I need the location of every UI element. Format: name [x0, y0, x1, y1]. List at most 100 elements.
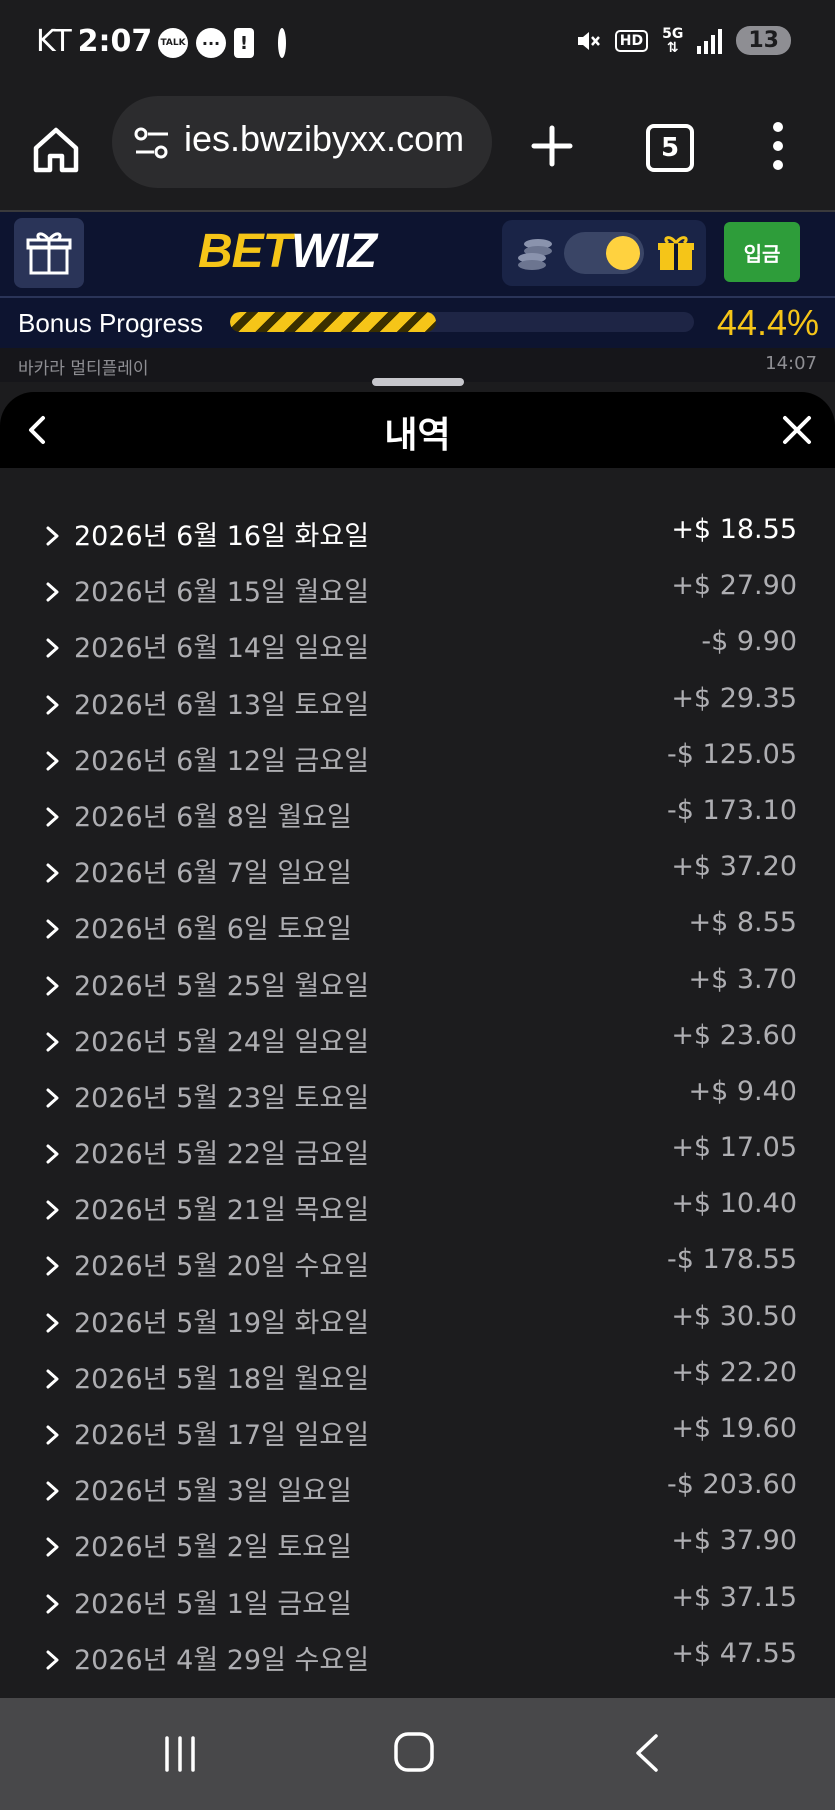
sheet-drag-handle[interactable] — [372, 378, 464, 386]
history-row[interactable]: 2026년 6월 6일 토요일 +$ 8.55 — [0, 905, 835, 961]
history-row[interactable]: 2026년 5월 23일 토요일 +$ 9.40 — [0, 1074, 835, 1130]
chevron-right-icon — [46, 1088, 59, 1108]
history-row[interactable]: 2026년 5월 3일 일요일 -$ 203.60 — [0, 1467, 835, 1523]
tab-switcher-button[interactable]: 5 — [646, 124, 694, 172]
history-amount: +$ 29.35 — [671, 682, 797, 714]
history-row[interactable]: 2026년 5월 21일 목요일 +$ 10.40 — [0, 1186, 835, 1242]
history-row[interactable]: 2026년 6월 15일 월요일 +$ 27.90 — [0, 568, 835, 624]
site-header: BETWIZ 입금 — [0, 212, 835, 296]
history-amount: +$ 8.55 — [688, 907, 797, 939]
deposit-button[interactable]: 입금 — [724, 222, 800, 282]
history-list: 2026년 6월 16일 화요일 +$ 18.55 2026년 6월 15일 월요일… — [0, 512, 835, 1692]
history-date: 2026년 6월 15일 월요일 — [74, 577, 370, 609]
history-amount: +$ 37.90 — [671, 1525, 797, 1557]
logo-bet: BET — [198, 225, 292, 278]
chat-bubble-icon: ··· — [196, 28, 226, 58]
system-nav-bar — [0, 1698, 835, 1810]
history-amount: -$ 125.05 — [667, 738, 797, 770]
home-nav-icon[interactable] — [392, 1730, 436, 1774]
history-date: 2026년 5월 22일 금요일 — [74, 1139, 370, 1171]
history-row[interactable]: 2026년 5월 20일 수요일 -$ 178.55 — [0, 1242, 835, 1298]
status-carrier: KT 2:07 — [36, 24, 152, 59]
history-date: 2026년 6월 13일 토요일 — [74, 689, 370, 721]
site-settings-icon[interactable] — [132, 126, 172, 160]
history-row[interactable]: 2026년 5월 17일 일요일 +$ 19.60 — [0, 1411, 835, 1467]
close-icon[interactable] — [781, 414, 813, 446]
chevron-right-icon — [46, 1650, 59, 1670]
game-time: 14:07 — [765, 353, 817, 374]
mute-icon — [577, 31, 600, 50]
back-nav-icon[interactable] — [632, 1732, 662, 1774]
sheet-title: 내역 — [384, 415, 451, 456]
chevron-right-icon — [46, 1594, 59, 1614]
history-amount: +$ 3.70 — [688, 963, 797, 995]
recent-apps-icon[interactable] — [162, 1734, 198, 1774]
history-row[interactable]: 2026년 5월 2일 토요일 +$ 37.90 — [0, 1523, 835, 1579]
sheet-header: 내역 — [0, 392, 835, 468]
logo-wiz: WIZ — [291, 225, 377, 278]
history-row[interactable]: 2026년 6월 12일 금요일 -$ 125.05 — [0, 737, 835, 793]
chevron-right-icon — [46, 1481, 59, 1501]
chevron-right-icon — [46, 638, 59, 658]
chevron-right-icon — [46, 695, 59, 715]
carrier-label: KT — [36, 24, 72, 59]
chevron-right-icon — [46, 1200, 59, 1220]
history-amount: +$ 18.55 — [671, 514, 797, 545]
history-date: 2026년 6월 14일 일요일 — [74, 633, 370, 665]
currency-controls — [502, 220, 706, 286]
home-icon[interactable] — [28, 122, 84, 178]
currency-toggle[interactable] — [564, 232, 644, 274]
history-row[interactable]: 2026년 5월 24일 일요일 +$ 23.60 — [0, 1018, 835, 1074]
battery-icon: 13 — [736, 26, 791, 55]
status-right-icons: HD 5G ⇅ 13 — [575, 26, 791, 55]
history-date: 2026년 5월 1일 금요일 — [74, 1588, 352, 1620]
address-bar[interactable]: ies.bwzibyxx.com — [112, 96, 492, 188]
url-text[interactable]: ies.bwzibyxx.com — [184, 118, 464, 160]
history-amount: +$ 22.20 — [671, 1356, 797, 1388]
bonus-progress-label: Bonus Progress — [18, 308, 203, 338]
history-date: 2026년 5월 25일 월요일 — [74, 970, 370, 1002]
history-row[interactable]: 2026년 5월 22일 금요일 +$ 17.05 — [0, 1130, 835, 1186]
gift-outline-icon — [26, 232, 72, 275]
chevron-right-icon — [46, 1537, 59, 1557]
history-date: 2026년 5월 18일 월요일 — [74, 1363, 370, 1395]
promotions-button[interactable] — [14, 218, 84, 288]
history-row[interactable]: 2026년 6월 7일 일요일 +$ 37.20 — [0, 849, 835, 905]
new-tab-icon[interactable] — [530, 124, 574, 168]
history-date: 2026년 5월 21일 목요일 — [74, 1195, 370, 1227]
talk-label: TALK — [160, 38, 186, 48]
betwiz-logo[interactable]: BETWIZ — [198, 224, 377, 279]
chevron-right-icon — [46, 582, 59, 602]
history-amount: -$ 178.55 — [667, 1244, 797, 1276]
chevron-right-icon — [46, 807, 59, 827]
status-bar: KT 2:07 TALK ··· ! HD 5G ⇅ 13 — [0, 0, 835, 86]
history-amount: +$ 47.55 — [671, 1637, 797, 1669]
coins-icon[interactable] — [516, 236, 556, 272]
chevron-right-icon — [46, 1144, 59, 1164]
history-row[interactable]: 2026년 5월 25일 월요일 +$ 3.70 — [0, 962, 835, 1018]
history-amount: +$ 27.90 — [671, 570, 797, 602]
history-date: 2026년 5월 23일 토요일 — [74, 1082, 370, 1114]
chevron-right-icon — [46, 1313, 59, 1333]
history-row[interactable]: 2026년 5월 19일 화요일 +$ 30.50 — [0, 1299, 835, 1355]
history-row[interactable]: 2026년 6월 16일 화요일 +$ 18.55 — [0, 512, 835, 568]
history-date: 2026년 5월 3일 일요일 — [74, 1476, 352, 1508]
history-row[interactable]: 2026년 6월 14일 일요일 -$ 9.90 — [0, 624, 835, 680]
history-row[interactable]: 2026년 6월 8일 월요일 -$ 173.10 — [0, 793, 835, 849]
history-amount: +$ 30.50 — [671, 1300, 797, 1332]
history-amount: +$ 37.15 — [671, 1581, 797, 1613]
history-amount: +$ 10.40 — [671, 1188, 797, 1220]
history-amount: +$ 17.05 — [671, 1132, 797, 1164]
history-row[interactable]: 2026년 5월 1일 금요일 +$ 37.15 — [0, 1580, 835, 1636]
history-row[interactable]: 2026년 4월 29일 수요일 +$ 47.55 — [0, 1636, 835, 1692]
gift-icon[interactable] — [656, 234, 696, 272]
chevron-right-icon — [46, 919, 59, 939]
game-history-row[interactable]: 바카라 멀티플레이 14:07 — [0, 348, 835, 382]
history-row[interactable]: 2026년 5월 18일 월요일 +$ 22.20 — [0, 1355, 835, 1411]
history-date: 2026년 6월 16일 화요일 — [74, 521, 370, 552]
history-row[interactable]: 2026년 6월 13일 토요일 +$ 29.35 — [0, 681, 835, 737]
kakaotalk-icon: TALK — [158, 28, 188, 58]
more-menu-icon[interactable] — [772, 122, 784, 170]
history-date: 2026년 5월 24일 일요일 — [74, 1026, 370, 1058]
signal-icon — [697, 28, 723, 54]
